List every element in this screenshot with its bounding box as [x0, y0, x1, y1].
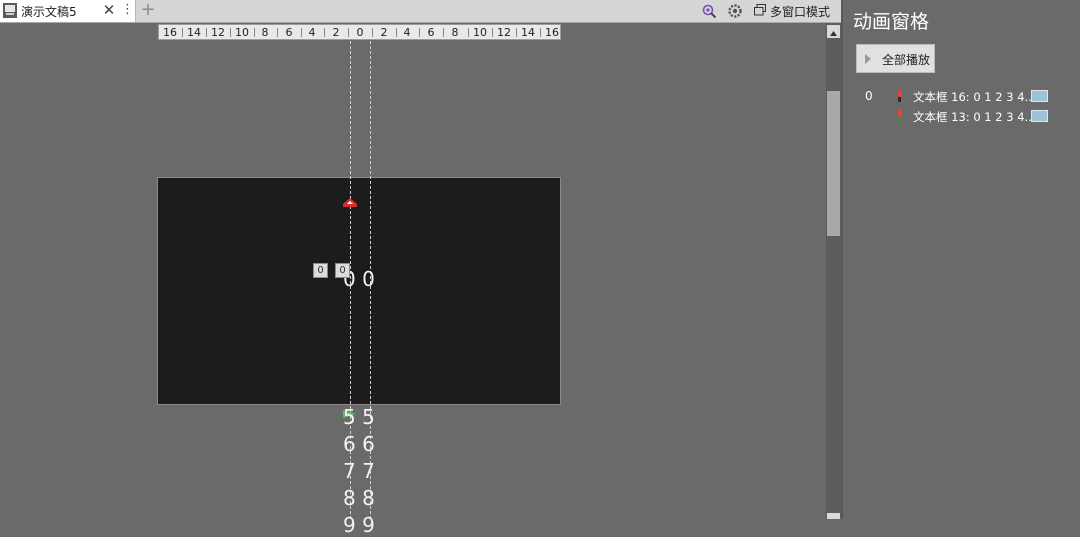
text-box-line: 9 9 [343, 513, 375, 537]
animation-sequence-number: 0 [865, 89, 873, 103]
text-box-line: 7 7 [343, 459, 375, 483]
multi-window-icon [754, 4, 766, 16]
play-all-button[interactable]: 全部播放 [856, 44, 935, 73]
ruler-separator [230, 28, 231, 37]
text-box-line: 5 5 [343, 405, 375, 429]
play-icon [865, 54, 871, 64]
ruler-separator [301, 28, 302, 37]
ruler-tick: 12 [497, 26, 511, 39]
ruler-tick: 16 [163, 26, 177, 39]
ruler-tick: 14 [521, 26, 535, 39]
ruler-tick: 2 [332, 26, 340, 39]
animation-list-item[interactable]: 文本框 16: 0 1 2 3 4... [898, 88, 1078, 104]
ruler-tick: 6 [285, 26, 293, 39]
chevron-up-icon [830, 31, 837, 36]
ruler-tick: 14 [187, 26, 201, 39]
ruler-separator [396, 28, 397, 37]
scroll-up-button[interactable] [827, 25, 840, 38]
ruler-tick: 2 [380, 26, 388, 39]
ruler-separator [443, 28, 444, 37]
gear-icon[interactable] [727, 3, 743, 19]
ruler-separator [182, 28, 183, 37]
animation-pane: 动画窗格 全部播放 0 文本框 16: 0 1 2 3 4... 文本框 13:… [843, 0, 1080, 519]
ruler-tick: 8 [261, 26, 269, 39]
close-icon[interactable]: ✕ [102, 1, 116, 19]
ruler-separator [516, 28, 517, 37]
multi-window-mode-button[interactable]: 多窗口模式 [754, 0, 840, 22]
scroll-down-button[interactable] [827, 513, 840, 519]
ruler-tick: 10 [235, 26, 249, 39]
animation-item-label: 文本框 16: 0 1 2 3 4... [913, 90, 1036, 104]
ruler-separator [348, 28, 349, 37]
text-box-line: 8 8 [343, 486, 375, 510]
animation-timing-bar[interactable] [1031, 110, 1048, 122]
slide-canvas[interactable] [157, 177, 561, 405]
ruler-separator [468, 28, 469, 37]
multi-window-label: 多窗口模式 [770, 5, 831, 19]
animation-order-tag[interactable]: 0 [335, 263, 350, 278]
new-tab-button[interactable]: + [139, 0, 157, 22]
ruler-separator [540, 28, 541, 37]
magic-wand-icon[interactable] [701, 3, 717, 19]
ruler-tick: 12 [211, 26, 225, 39]
presentation-file-icon [3, 3, 17, 18]
animation-end-marker-icon [343, 198, 357, 207]
ruler-tick: 10 [473, 26, 487, 39]
animation-list-item[interactable]: 文本框 13: 0 1 2 3 4... [898, 108, 1078, 124]
ruler-tick: 0 [356, 26, 364, 39]
ruler-separator [419, 28, 420, 37]
animation-item-label: 文本框 13: 0 1 2 3 4... [913, 110, 1036, 124]
ruler-separator [492, 28, 493, 37]
ruler-tick: 4 [403, 26, 411, 39]
ruler-separator [254, 28, 255, 37]
ruler-separator [324, 28, 325, 37]
horizontal-ruler[interactable]: 16 14 12 10 8 6 4 2 0 2 4 6 8 10 12 14 1… [158, 24, 561, 40]
ruler-separator [372, 28, 373, 37]
text-box-line: 6 6 [343, 432, 375, 456]
vertical-scrollbar[interactable] [826, 23, 841, 519]
more-icon[interactable]: ⋮ [121, 2, 134, 17]
animation-timing-bar[interactable] [1031, 90, 1048, 102]
pane-title: 动画窗格 [853, 11, 930, 33]
tab-document[interactable]: 演示文稿5 ✕ ⋮ [0, 0, 136, 22]
ruler-separator [206, 28, 207, 37]
animation-order-tag[interactable]: 0 [313, 263, 328, 278]
tab-bar: 演示文稿5 ✕ ⋮ + 多窗口模式 [0, 0, 842, 23]
ruler-tick: 16 [545, 26, 559, 39]
ruler-tick: 8 [451, 26, 459, 39]
ruler-tick: 4 [308, 26, 316, 39]
ruler-separator [277, 28, 278, 37]
play-all-label: 全部播放 [882, 53, 931, 67]
tab-title: 演示文稿5 [21, 5, 77, 19]
scroll-thumb[interactable] [827, 91, 840, 236]
appear-effect-icon [898, 90, 901, 102]
appear-effect-icon [898, 110, 901, 122]
ruler-tick: 6 [427, 26, 435, 39]
